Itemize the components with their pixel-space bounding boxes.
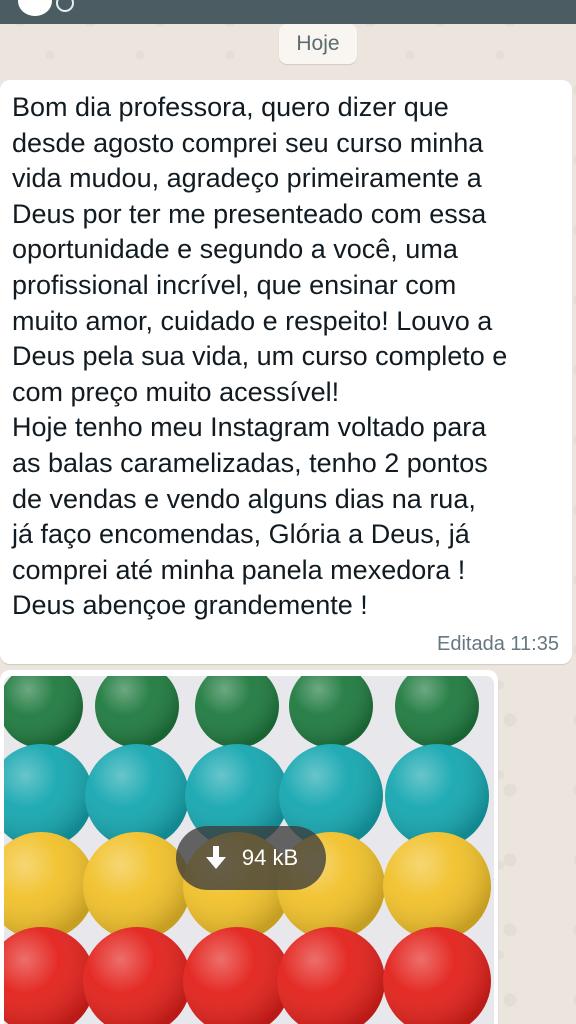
message-time: 11:35: [510, 633, 559, 655]
download-size: 94 kB: [241, 845, 299, 870]
date-separator: Hoje: [279, 24, 357, 64]
status-ring-icon: [56, 0, 74, 12]
download-arrow-icon: [204, 845, 228, 871]
message-bubble[interactable]: Bom dia professora, quero dizer que desd…: [0, 80, 572, 664]
download-button[interactable]: 94 kB: [176, 826, 326, 890]
chat-header[interactable]: [0, 0, 576, 24]
image-message-bubble[interactable]: 94 kB: [0, 670, 498, 1024]
edited-label: Editada: [437, 633, 505, 655]
candy-ball-shine: [383, 832, 491, 940]
candy-ball-shine: [83, 832, 191, 940]
message-meta: Editada 11:35: [437, 633, 559, 656]
message-text: Bom dia professora, quero dizer que desd…: [12, 92, 508, 621]
candy-photo[interactable]: 94 kB: [4, 676, 494, 1024]
contact-avatar[interactable]: [18, 0, 52, 16]
